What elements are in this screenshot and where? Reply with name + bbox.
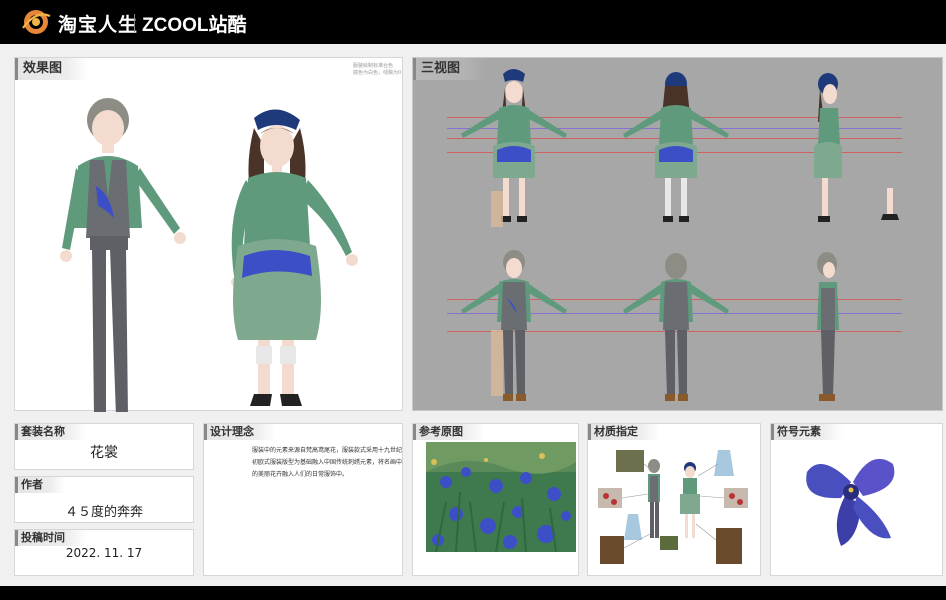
author-panel: 作者 ４５度的奔奔 <box>14 476 194 523</box>
color-swatch <box>491 330 503 396</box>
boy-back-view <box>623 253 729 401</box>
reference-panel: 参考原图 <box>412 423 579 576</box>
girl-front-view <box>461 69 567 222</box>
symbol-panel: 符号元素 <box>770 423 943 576</box>
brand-zcool-text: ZCOOL站酷 <box>142 15 247 36</box>
shoe-detail <box>881 188 899 220</box>
effect-figures <box>60 98 358 412</box>
reference-title: 参考原图 <box>413 424 485 440</box>
date-label: 投稿时间 <box>15 530 87 546</box>
date-value: 2022. 11. 17 <box>65 546 143 560</box>
boy-side-view <box>817 252 839 401</box>
boy-figure <box>60 98 186 412</box>
logo-separator <box>134 14 135 32</box>
irises-painting-image <box>426 442 576 552</box>
top-bar: 淘宝人生 ZCOOL站酷 <box>0 0 946 44</box>
bottom-bar <box>0 586 946 600</box>
girl-side-view <box>814 73 842 222</box>
girl-figure <box>231 109 358 406</box>
concept-text: 服装中的元素来源自梵高鸢尾花，服装款式采用十九世纪初欧式服装版型为基础融入中国传… <box>252 447 403 478</box>
girl-back-view <box>623 72 729 222</box>
fabric-swatch-leather <box>600 536 624 564</box>
concept-title: 设计理念 <box>204 424 276 440</box>
three-view-panel: 三视图 <box>412 57 943 411</box>
fabric-swatch-floral <box>598 488 622 508</box>
outfit-name-value: 花裳 <box>90 445 118 461</box>
brand-taobao-text: 淘宝人生 <box>58 14 139 36</box>
author-value: ４５度的奔奔 <box>64 505 143 520</box>
material-panel: 材质指定 <box>587 423 761 576</box>
fabric-swatch-green <box>660 536 678 550</box>
concept-panel: 设计理念 服装中的元素来源自梵高鸢尾花，服装款式采用十九世纪初欧式服装版型为基础… <box>203 423 403 576</box>
date-panel: 投稿时间 2022. 11. 17 <box>14 529 194 576</box>
fabric-swatch-olive <box>616 450 644 472</box>
iris-flower-icon <box>806 458 895 546</box>
material-board <box>598 450 748 564</box>
taobao-logo-icon <box>22 10 51 34</box>
effect-panel: 效果图 服装绘制标准台色 底色为白色，线稿为0 <box>14 57 403 412</box>
boy-front-view <box>461 250 567 401</box>
fabric-swatch-sleeve <box>714 450 734 476</box>
outfit-name-label: 套装名称 <box>15 424 87 440</box>
author-label: 作者 <box>15 477 65 493</box>
symbol-title: 符号元素 <box>771 424 843 440</box>
color-swatch <box>491 191 503 227</box>
fabric-swatch-skirt <box>624 514 642 540</box>
outfit-name-panel: 套装名称 花裳 <box>14 423 194 470</box>
